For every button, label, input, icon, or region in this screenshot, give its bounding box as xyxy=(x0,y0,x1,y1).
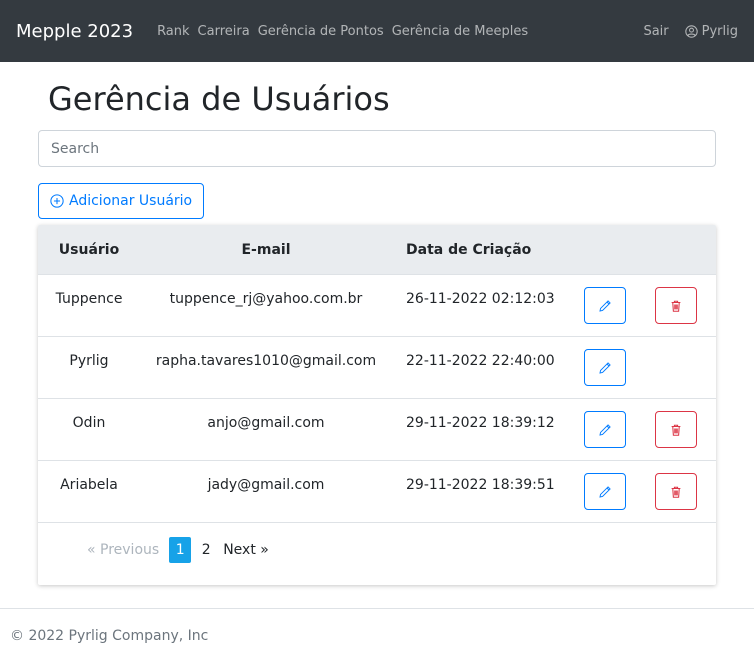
cell-date: 29-11-2022 18:39:51 xyxy=(406,477,555,493)
header-date: Data de Criação xyxy=(406,241,532,258)
user-circle-icon xyxy=(684,24,698,38)
trash-icon xyxy=(671,486,681,498)
footer-divider xyxy=(0,608,754,609)
table-row: Odin anjo@gmail.com 29-11-2022 18:39:12 xyxy=(38,399,716,461)
pagination-page-2[interactable]: 2 xyxy=(195,537,217,563)
pencil-icon xyxy=(599,299,611,312)
cell-user: Ariabela xyxy=(60,477,118,493)
add-user-label: Adicionar Usuário xyxy=(69,193,193,209)
nav-link-rank[interactable]: Rank xyxy=(157,24,189,39)
cell-email: tuppence_rj@yahoo.com.br xyxy=(169,291,363,307)
edit-button[interactable] xyxy=(584,287,626,324)
header-user: Usuário xyxy=(58,241,120,258)
nav-right: Sair Pyrlig xyxy=(643,24,738,39)
footer-copyright: © 2022 Pyrlig Company, Inc xyxy=(10,628,209,644)
nav-links: Rank Carreira Gerência de Pontos Gerênci… xyxy=(157,24,528,39)
navbar: Mepple 2023 Rank Carreira Gerência de Po… xyxy=(0,0,754,62)
nav-link-gerencia-pontos[interactable]: Gerência de Pontos xyxy=(258,24,384,39)
logout-link[interactable]: Sair xyxy=(643,24,668,39)
cell-email: anjo@gmail.com xyxy=(207,415,325,431)
pagination: « Previous 1 2 Next » xyxy=(38,535,716,565)
user-profile-link[interactable]: Pyrlig xyxy=(684,23,738,39)
cell-date: 26-11-2022 02:12:03 xyxy=(406,291,555,307)
cell-user: Tuppence xyxy=(55,291,123,307)
nav-link-carreira[interactable]: Carreira xyxy=(198,24,250,39)
nav-link-gerencia-meeples[interactable]: Gerência de Meeples xyxy=(392,24,528,39)
table-row: Ariabela jady@gmail.com 29-11-2022 18:39… xyxy=(38,461,716,523)
pagination-next[interactable]: Next » xyxy=(223,542,269,558)
table-row: Pyrlig rapha.tavares1010@gmail.com 22-11… xyxy=(38,337,716,399)
delete-button[interactable] xyxy=(655,287,697,324)
cell-user: Odin xyxy=(72,415,106,431)
add-user-button[interactable]: Adicionar Usuário xyxy=(38,183,205,219)
trash-icon xyxy=(671,300,681,312)
cell-email: jady@gmail.com xyxy=(207,477,325,493)
user-name: Pyrlig xyxy=(701,23,738,39)
pagination-page-1[interactable]: 1 xyxy=(169,537,192,563)
users-table-card: Usuário E-mail Data de Criação Tuppence … xyxy=(38,225,716,585)
edit-button[interactable] xyxy=(584,349,626,386)
cell-date: 29-11-2022 18:39:12 xyxy=(406,415,555,431)
main-content: Gerência de Usuários Adicionar Usuário U… xyxy=(0,62,754,644)
trash-icon xyxy=(671,424,681,436)
pencil-icon xyxy=(599,361,611,374)
header-email: E-mail xyxy=(241,241,291,258)
table-header: Usuário E-mail Data de Criação xyxy=(38,225,716,275)
pencil-icon xyxy=(599,485,611,498)
delete-button[interactable] xyxy=(655,411,697,448)
delete-button[interactable] xyxy=(655,473,697,510)
table-row: Tuppence tuppence_rj@yahoo.com.br 26-11-… xyxy=(38,275,716,337)
pagination-previous[interactable]: « Previous xyxy=(87,542,159,558)
page-title: Gerência de Usuários xyxy=(48,80,390,118)
cell-user: Pyrlig xyxy=(69,353,109,369)
search-input[interactable] xyxy=(38,130,716,167)
pencil-icon xyxy=(599,423,611,436)
brand-link[interactable]: Mepple 2023 xyxy=(16,21,133,42)
cell-date: 22-11-2022 22:40:00 xyxy=(406,353,555,369)
edit-button[interactable] xyxy=(584,473,626,510)
cell-email: rapha.tavares1010@gmail.com xyxy=(155,353,377,369)
plus-circle-icon xyxy=(50,194,64,208)
edit-button[interactable] xyxy=(584,411,626,448)
